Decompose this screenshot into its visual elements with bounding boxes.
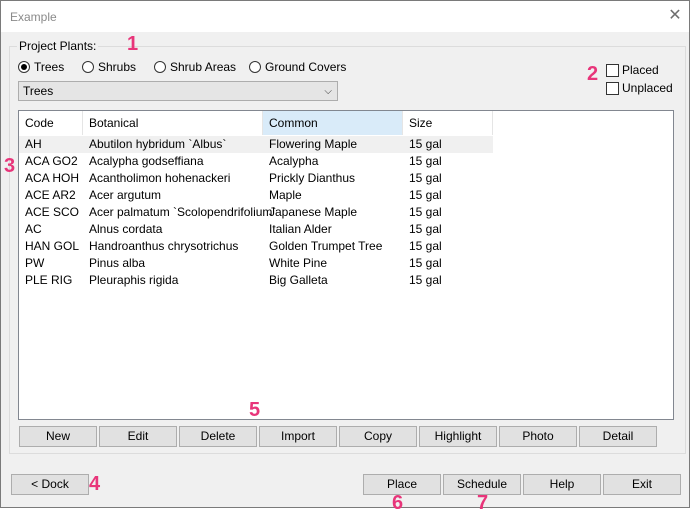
table-row[interactable]: ACE SCO Acer palmatum `Scolopendrifolium… (19, 204, 493, 221)
callout-4: 4 (89, 473, 101, 495)
cell-common: Japanese Maple (269, 205, 358, 219)
table-row[interactable]: ACA HOH Acantholimon hohenackeri Prickly… (19, 170, 493, 187)
cell-code: PW (25, 256, 45, 270)
cell-size: 15 gal (409, 188, 442, 202)
unplaced-checkbox[interactable] (606, 81, 619, 95)
category-select[interactable]: Trees ⌵ (18, 81, 338, 101)
callout-7: 7 (477, 492, 489, 514)
table-row[interactable]: PLE RIG Pleuraphis rigida Big Galleta 15… (19, 272, 493, 289)
callout-1: 1 (127, 33, 139, 55)
cell-size: 15 gal (409, 222, 442, 236)
callout-6: 6 (392, 492, 404, 514)
radio-ground-covers[interactable]: Ground Covers (249, 60, 346, 74)
highlight-button[interactable]: Highlight (419, 426, 497, 447)
radio-ground-covers-indicator[interactable] (249, 61, 261, 73)
cell-common: Maple (269, 188, 302, 202)
radio-trees-indicator[interactable] (18, 61, 30, 73)
dock-button[interactable]: < Dock (11, 474, 89, 495)
chevron-down-icon[interactable]: ⌵ (324, 83, 332, 101)
callout-3: 3 (4, 155, 16, 177)
cell-botanical: Acalypha godseffiana (89, 154, 204, 168)
copy-button[interactable]: Copy (339, 426, 417, 447)
cell-common: Italian Alder (269, 222, 332, 236)
cell-size: 15 gal (409, 205, 442, 219)
title-bar: Example ✕ (1, 1, 689, 32)
radio-shrub-areas[interactable]: Shrub Areas (154, 60, 236, 74)
radio-shrub-areas-label: Shrub Areas (170, 60, 237, 74)
project-plants-label: Project Plants: (17, 39, 99, 53)
cell-code: ACA GO2 (25, 154, 78, 168)
radio-shrubs-indicator[interactable] (82, 61, 94, 73)
cell-botanical: Alnus cordata (89, 222, 163, 236)
help-button[interactable]: Help (523, 474, 601, 495)
cell-botanical: Acer argutum (89, 188, 162, 202)
column-header-common[interactable]: Common (263, 111, 403, 135)
cell-size: 15 gal (409, 171, 442, 185)
cell-common: White Pine (269, 256, 328, 270)
unplaced-label: Unplaced (622, 81, 673, 95)
cell-common: Big Galleta (269, 273, 328, 287)
cell-size: 15 gal (409, 273, 442, 287)
placed-checkbox[interactable] (606, 63, 619, 77)
edit-button[interactable]: Edit (99, 426, 177, 447)
cell-common: Prickly Dianthus (269, 171, 356, 185)
cell-size: 15 gal (409, 137, 442, 151)
column-header-code[interactable]: Code (19, 111, 83, 135)
delete-button[interactable]: Delete (179, 426, 257, 447)
window-title: Example (10, 10, 57, 24)
radio-shrubs-label: Shrubs (98, 60, 137, 74)
cell-botanical: Pinus alba (89, 256, 146, 270)
table-row[interactable]: PW Pinus alba White Pine 15 gal (19, 255, 493, 272)
plants-list[interactable]: Code Botanical Common Size AH Abutilon h… (18, 110, 674, 420)
import-button[interactable]: Import (259, 426, 337, 447)
radio-trees-label: Trees (34, 60, 65, 74)
table-row[interactable]: ACE AR2 Acer argutum Maple 15 gal (19, 187, 493, 204)
cell-code: ACA HOH (25, 171, 80, 185)
cell-common: Flowering Maple (269, 137, 358, 151)
cell-common: Golden Trumpet Tree (269, 239, 383, 253)
cell-code: AC (25, 222, 42, 236)
table-row[interactable]: HAN GOL Handroanthus chrysotrichus Golde… (19, 238, 493, 255)
radio-ground-covers-label: Ground Covers (265, 60, 347, 74)
cell-botanical: Abutilon hybridum `Albus` (89, 137, 227, 151)
cell-common: Acalypha (269, 154, 319, 168)
cell-size: 15 gal (409, 239, 442, 253)
radio-trees[interactable]: Trees (18, 60, 64, 74)
detail-button[interactable]: Detail (579, 426, 657, 447)
cell-botanical: Pleuraphis rigida (89, 273, 179, 287)
category-select-value: Trees (23, 84, 54, 98)
cell-code: ACE AR2 (25, 188, 76, 202)
callout-2: 2 (587, 63, 599, 85)
cell-code: AH (25, 137, 42, 151)
table-row[interactable]: ACA GO2 Acalypha godseffiana Acalypha 15… (19, 153, 493, 170)
placed-label: Placed (622, 63, 659, 77)
exit-button[interactable]: Exit (603, 474, 681, 495)
new-button[interactable]: New (19, 426, 97, 447)
cell-size: 15 gal (409, 256, 442, 270)
placed-filter[interactable]: Placed (606, 63, 659, 77)
cell-botanical: Acer palmatum `Scolopendrifolium` (89, 205, 277, 219)
cell-code: PLE RIG (25, 273, 73, 287)
photo-button[interactable]: Photo (499, 426, 577, 447)
cell-size: 15 gal (409, 154, 442, 168)
table-row[interactable]: AH Abutilon hybridum `Albus` Flowering M… (19, 136, 493, 153)
callout-5: 5 (249, 399, 261, 421)
unplaced-filter[interactable]: Unplaced (606, 81, 673, 95)
radio-shrub-areas-indicator[interactable] (154, 61, 166, 73)
table-row[interactable]: AC Alnus cordata Italian Alder 15 gal (19, 221, 493, 238)
cell-code: ACE SCO (25, 205, 80, 219)
cell-code: HAN GOL (25, 239, 80, 253)
cell-botanical: Acantholimon hohenackeri (89, 171, 231, 185)
radio-shrubs[interactable]: Shrubs (82, 60, 136, 74)
column-header-size[interactable]: Size (403, 111, 493, 135)
column-header-botanical[interactable]: Botanical (83, 111, 263, 135)
cell-botanical: Handroanthus chrysotrichus (89, 239, 239, 253)
close-icon[interactable]: ✕ (665, 6, 685, 26)
